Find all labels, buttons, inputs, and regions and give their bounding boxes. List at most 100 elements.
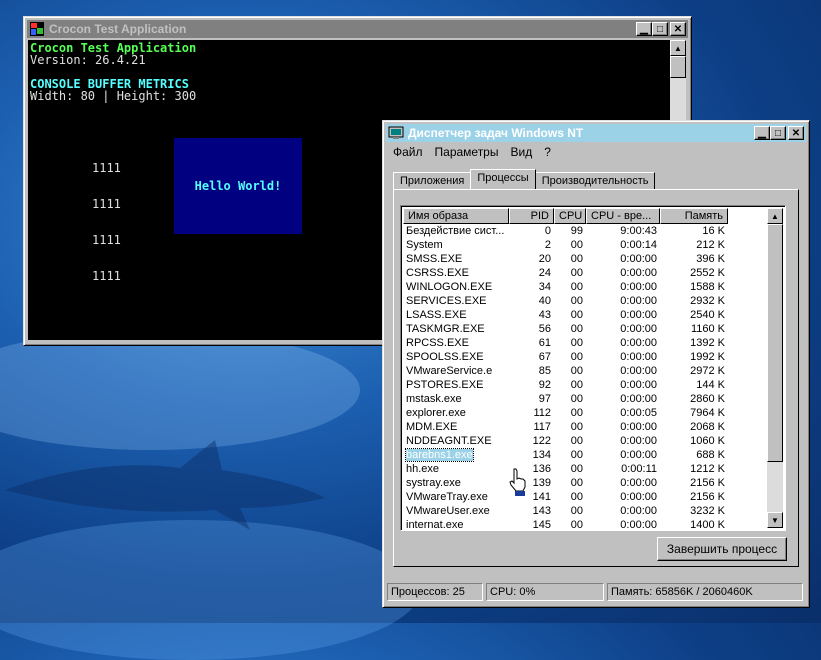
process-name-label: CSRSS.EXE — [406, 267, 469, 279]
minimize-button[interactable]: ▁ — [636, 22, 652, 36]
process-cpu: 00 — [570, 281, 583, 293]
process-cpu-time: 0:00:00 — [620, 309, 657, 321]
process-name-label: PSTORES.EXE — [406, 379, 484, 391]
menu-file[interactable]: Файл — [387, 144, 429, 162]
minimize-icon: ▁ — [758, 127, 766, 139]
process-name-label: TASKMGR.EXE — [406, 323, 485, 335]
scroll-up-button[interactable]: ▲ — [767, 208, 783, 224]
table-row[interactable]: LSASS.EXE 43 00 0:00:00 2540 K — [403, 308, 728, 322]
process-memory: 2156 K — [690, 477, 725, 489]
process-memory: 1060 K — [690, 435, 725, 447]
table-row[interactable]: System 2 00 0:00:14 212 K — [403, 238, 728, 252]
process-cpu-time: 0:00:14 — [620, 239, 657, 251]
close-button[interactable]: ✕ — [788, 126, 804, 140]
table-row[interactable]: MDM.EXE 117 00 0:00:00 2068 K — [403, 420, 728, 434]
table-row[interactable]: NDDEAGNT.EXE 122 00 0:00:00 1060 K — [403, 434, 728, 448]
table-row[interactable]: internat.exe 145 00 0:00:00 1400 K — [403, 518, 728, 531]
table-row[interactable]: CSRSS.EXE 24 00 0:00:00 2552 K — [403, 266, 728, 280]
menu-options[interactable]: Параметры — [429, 144, 505, 162]
console-number: 1111 — [92, 197, 121, 211]
column-header-memory[interactable]: Память — [660, 208, 728, 224]
process-pid: 145 — [532, 519, 551, 531]
process-cpu-time: 0:00:00 — [620, 421, 657, 433]
process-pid: 117 — [533, 421, 551, 433]
process-name-label: Бездействие сист... — [406, 225, 505, 237]
process-cpu-time: 0:00:00 — [620, 337, 657, 349]
process-list[interactable]: Имя образа PID CPU CPU - вре... Память Б… — [400, 205, 786, 531]
process-cpu: 00 — [570, 365, 583, 377]
process-pid: 40 — [538, 295, 551, 307]
process-name: systray.exe — [403, 476, 509, 490]
process-cpu-time: 9:00:43 — [620, 225, 657, 237]
scroll-up-button[interactable]: ▲ — [670, 40, 686, 56]
console-titlebar[interactable]: Crocon Test Application ▁ □ ✕ — [27, 20, 688, 38]
process-cpu: 99 — [570, 225, 583, 237]
process-memory: 1212 K — [690, 463, 725, 475]
table-row[interactable]: VMwareTray.exe 141 00 0:00:00 2156 K — [403, 490, 728, 504]
table-row[interactable]: SERVICES.EXE 40 00 0:00:00 2932 K — [403, 294, 728, 308]
table-row[interactable]: RPCSS.EXE 61 00 0:00:00 1392 K — [403, 336, 728, 350]
process-name: WINLOGON.EXE — [403, 280, 509, 294]
table-row[interactable]: Бездействие сист... 0 99 9:00:43 16 K — [403, 224, 728, 238]
process-name-label: System — [406, 239, 443, 251]
process-pid: 61 — [538, 337, 551, 349]
column-header-image-name[interactable]: Имя образа — [403, 208, 509, 224]
table-row[interactable]: VMwareUser.exe 143 00 0:00:00 3232 K — [403, 504, 728, 518]
process-name-label: VMwareTray.exe — [406, 491, 488, 503]
process-cpu: 00 — [570, 239, 583, 251]
end-process-button[interactable]: Завершить процесс — [657, 537, 787, 561]
console-line: Width: 80 | Height: 300 — [30, 89, 197, 103]
table-row[interactable]: WINLOGON.EXE 34 00 0:00:00 1588 K — [403, 280, 728, 294]
table-row[interactable]: explorer.exe 112 00 0:00:05 7964 K — [403, 406, 728, 420]
process-cpu-time: 0:00:00 — [620, 477, 657, 489]
table-row[interactable]: barebns1.exe 134 00 0:00:00 688 K — [403, 448, 728, 462]
close-icon: ✕ — [791, 127, 801, 139]
process-cpu-time: 0:00:00 — [620, 393, 657, 405]
taskmgr-titlebar[interactable]: Диспетчер задач Windows NT ▁ □ ✕ — [386, 124, 806, 142]
process-name: SMSS.EXE — [403, 252, 509, 266]
table-row[interactable]: mstask.exe 97 00 0:00:00 2860 K — [403, 392, 728, 406]
column-header-cpu[interactable]: CPU — [554, 208, 586, 224]
taskmgr-app-icon — [388, 126, 404, 139]
table-row[interactable]: systray.exe 139 00 0:00:00 2156 K — [403, 476, 728, 490]
tab-applications[interactable]: Приложения — [393, 172, 472, 189]
maximize-button[interactable]: □ — [652, 22, 668, 36]
shark-silhouette — [5, 440, 325, 530]
scroll-thumb[interactable] — [670, 56, 686, 78]
menu-help[interactable]: ? — [538, 144, 557, 162]
process-memory: 2540 K — [690, 309, 725, 321]
column-header-cpu-time[interactable]: CPU - вре... — [586, 208, 660, 224]
column-header-pid[interactable]: PID — [509, 208, 554, 224]
minimize-button[interactable]: ▁ — [754, 126, 770, 140]
status-cpu-usage: CPU: 0% — [486, 583, 604, 601]
process-name-label: systray.exe — [406, 477, 461, 489]
table-row[interactable]: VMwareService.e 85 00 0:00:00 2972 K — [403, 364, 728, 378]
process-cpu-time: 0:00:11 — [621, 463, 657, 475]
task-manager-window[interactable]: Диспетчер задач Windows NT ▁ □ ✕ Файл Па… — [382, 120, 810, 608]
close-button[interactable]: ✕ — [670, 22, 686, 36]
scroll-thumb[interactable] — [767, 224, 783, 462]
process-list-scrollbar[interactable]: ▲ ▼ — [767, 208, 783, 528]
table-row[interactable]: PSTORES.EXE 92 00 0:00:00 144 K — [403, 378, 728, 392]
process-name-label: explorer.exe — [406, 407, 466, 419]
process-memory: 2068 K — [690, 421, 725, 433]
process-memory: 2552 K — [690, 267, 725, 279]
tab-processes[interactable]: Процессы — [470, 169, 536, 189]
process-name-label: RPCSS.EXE — [406, 337, 469, 349]
process-name: TASKMGR.EXE — [403, 322, 509, 336]
table-row[interactable]: hh.exe 136 00 0:00:11 1212 K — [403, 462, 728, 476]
maximize-icon: □ — [774, 127, 782, 139]
process-pid: 67 — [538, 351, 551, 363]
hello-world-text: Hello World! — [194, 179, 282, 193]
tab-performance[interactable]: Производительность — [534, 172, 656, 189]
background-wave — [0, 520, 420, 660]
process-name: VMwareService.e — [403, 364, 509, 378]
table-row[interactable]: TASKMGR.EXE 56 00 0:00:00 1160 K — [403, 322, 728, 336]
table-row[interactable]: SPOOLSS.EXE 67 00 0:00:00 1992 K — [403, 350, 728, 364]
menu-view[interactable]: Вид — [504, 144, 538, 162]
process-name-label: barebns1.exe — [405, 448, 474, 462]
table-row[interactable]: SMSS.EXE 20 00 0:00:00 396 K — [403, 252, 728, 266]
scroll-down-button[interactable]: ▼ — [767, 512, 783, 528]
maximize-button[interactable]: □ — [770, 126, 786, 140]
process-cpu: 00 — [570, 491, 583, 503]
